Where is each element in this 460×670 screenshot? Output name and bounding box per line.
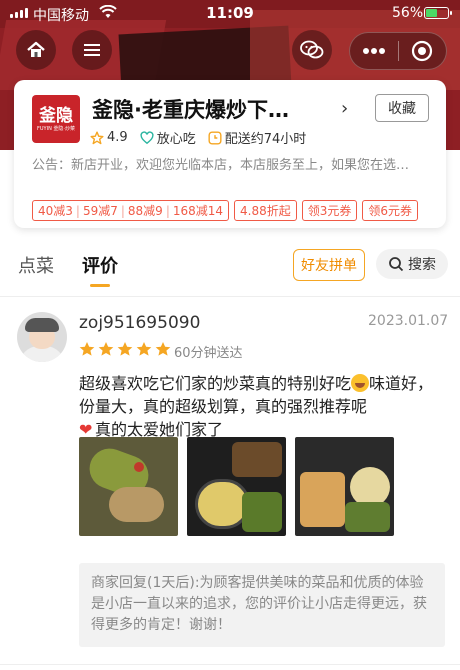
battery-percent: 56% [392, 5, 424, 21]
promo-item: 88减9 [127, 204, 163, 218]
full-reduction-tag[interactable]: 40减3 | 59减7 | 88减9 | 168减14 [32, 200, 230, 221]
store-notice[interactable]: 公告：新店开业，欢迎您光临本店，本店服务至上，如果您在选… [32, 154, 432, 173]
wechat-share-button[interactable] [292, 30, 332, 70]
star-icon [117, 342, 133, 356]
review-photos [79, 437, 394, 536]
divider [0, 664, 460, 665]
store-logo[interactable]: 釜隐 FUYIN 釜隐·炒菜 [32, 95, 80, 143]
coupon-tag[interactable]: 领6元券 [362, 200, 419, 221]
star-icon [136, 342, 152, 356]
home-icon [27, 41, 45, 57]
status-bar: 中国移动 11:09 56% [0, 0, 460, 26]
clock-icon [208, 130, 222, 145]
star-outline-icon [90, 130, 104, 144]
delivery-time-label: 配送约74小时 [224, 132, 307, 147]
promo-divider: | [75, 203, 80, 218]
store-meta: 4.9 放心吃 配送约74小时 [90, 128, 318, 147]
star-icon [79, 342, 95, 356]
safe-eat-badge: 放心吃 [140, 128, 196, 147]
rating-value: 4.9 [107, 130, 128, 145]
chevron-right-icon[interactable]: › [341, 98, 348, 119]
store-logo-text: 釜隐 [39, 105, 73, 126]
coupon-tag[interactable]: 领3元券 [301, 200, 358, 221]
promo-tags: 40减3 | 59减7 | 88减9 | 168减14 4.88折起 领3元券 领6元… [32, 200, 419, 221]
avatar[interactable] [17, 312, 67, 362]
group-order-button[interactable]: 好友拼单 [293, 249, 365, 281]
tab-menu[interactable]: 点菜 [18, 252, 54, 278]
discount-tag[interactable]: 4.88折起 [234, 200, 297, 221]
divider [0, 296, 460, 297]
smile-emoji-icon [351, 374, 370, 392]
review-delivery-note: 60分钟送达 [174, 346, 243, 361]
review-date: 2023.01.07 [368, 313, 449, 329]
close-mini-program-button[interactable] [399, 33, 447, 69]
active-tab-indicator [90, 284, 110, 287]
store-logo-subtext: FUYIN 釜隐·炒菜 [37, 125, 75, 132]
list-icon [84, 44, 100, 56]
tab-reviews[interactable]: 评价 [82, 252, 118, 278]
review-photo[interactable] [187, 437, 286, 536]
star-icon [98, 342, 114, 356]
review-photo[interactable] [295, 437, 394, 536]
battery-fill [426, 9, 437, 17]
store-info-card: 釜隐 FUYIN 釜隐·炒菜 釜隐·老重庆爆炒下… › 收藏 4.9 放心吃 配… [14, 80, 446, 228]
delivery-time: 配送约74小时 [208, 128, 307, 147]
target-close-icon [412, 40, 433, 62]
mini-program-capsule [349, 32, 447, 70]
promo-item: 40减3 [38, 204, 73, 218]
promo-divider: | [165, 203, 170, 218]
safe-eat-label: 放心吃 [156, 132, 196, 147]
promo-item: 168减14 [172, 204, 224, 218]
wechat-icon [300, 40, 324, 59]
home-button[interactable] [16, 30, 56, 70]
more-dots-icon [362, 48, 385, 54]
review-username: zoj951695090 [79, 313, 201, 333]
star-icon [155, 342, 171, 356]
menu-button[interactable] [72, 30, 112, 70]
search-button[interactable]: 搜索 [376, 249, 448, 279]
search-icon [389, 257, 404, 272]
avatar-hair [25, 318, 59, 332]
rating: 4.9 [90, 130, 128, 145]
favorite-button[interactable]: 收藏 [375, 94, 429, 122]
review-stars [79, 341, 171, 357]
review-text-part: 超级喜欢吃它们家的炒菜真的特别好吃 [79, 374, 352, 393]
store-name[interactable]: 釜隐·老重庆爆炒下… [92, 94, 289, 124]
clock: 11:09 [206, 4, 254, 22]
promo-item: 59减7 [82, 204, 118, 218]
review-text: 超级喜欢吃它们家的炒菜真的特别好吃 味道好，份量大，真的超级划算，真的强烈推荐呢 … [79, 372, 441, 441]
merchant-reply: 商家回复(1天后):为顾客提供美味的菜品和优质的体验是小店一直以来的追求，您的评… [79, 563, 445, 647]
search-label: 搜索 [408, 257, 436, 273]
review-photo[interactable] [79, 437, 178, 536]
battery-icon [424, 7, 452, 19]
store-tabs: 点菜 评价 好友拼单 搜索 [0, 240, 460, 292]
promo-divider: | [120, 203, 125, 218]
heart-outline-icon [140, 130, 154, 144]
more-button[interactable] [350, 33, 398, 69]
